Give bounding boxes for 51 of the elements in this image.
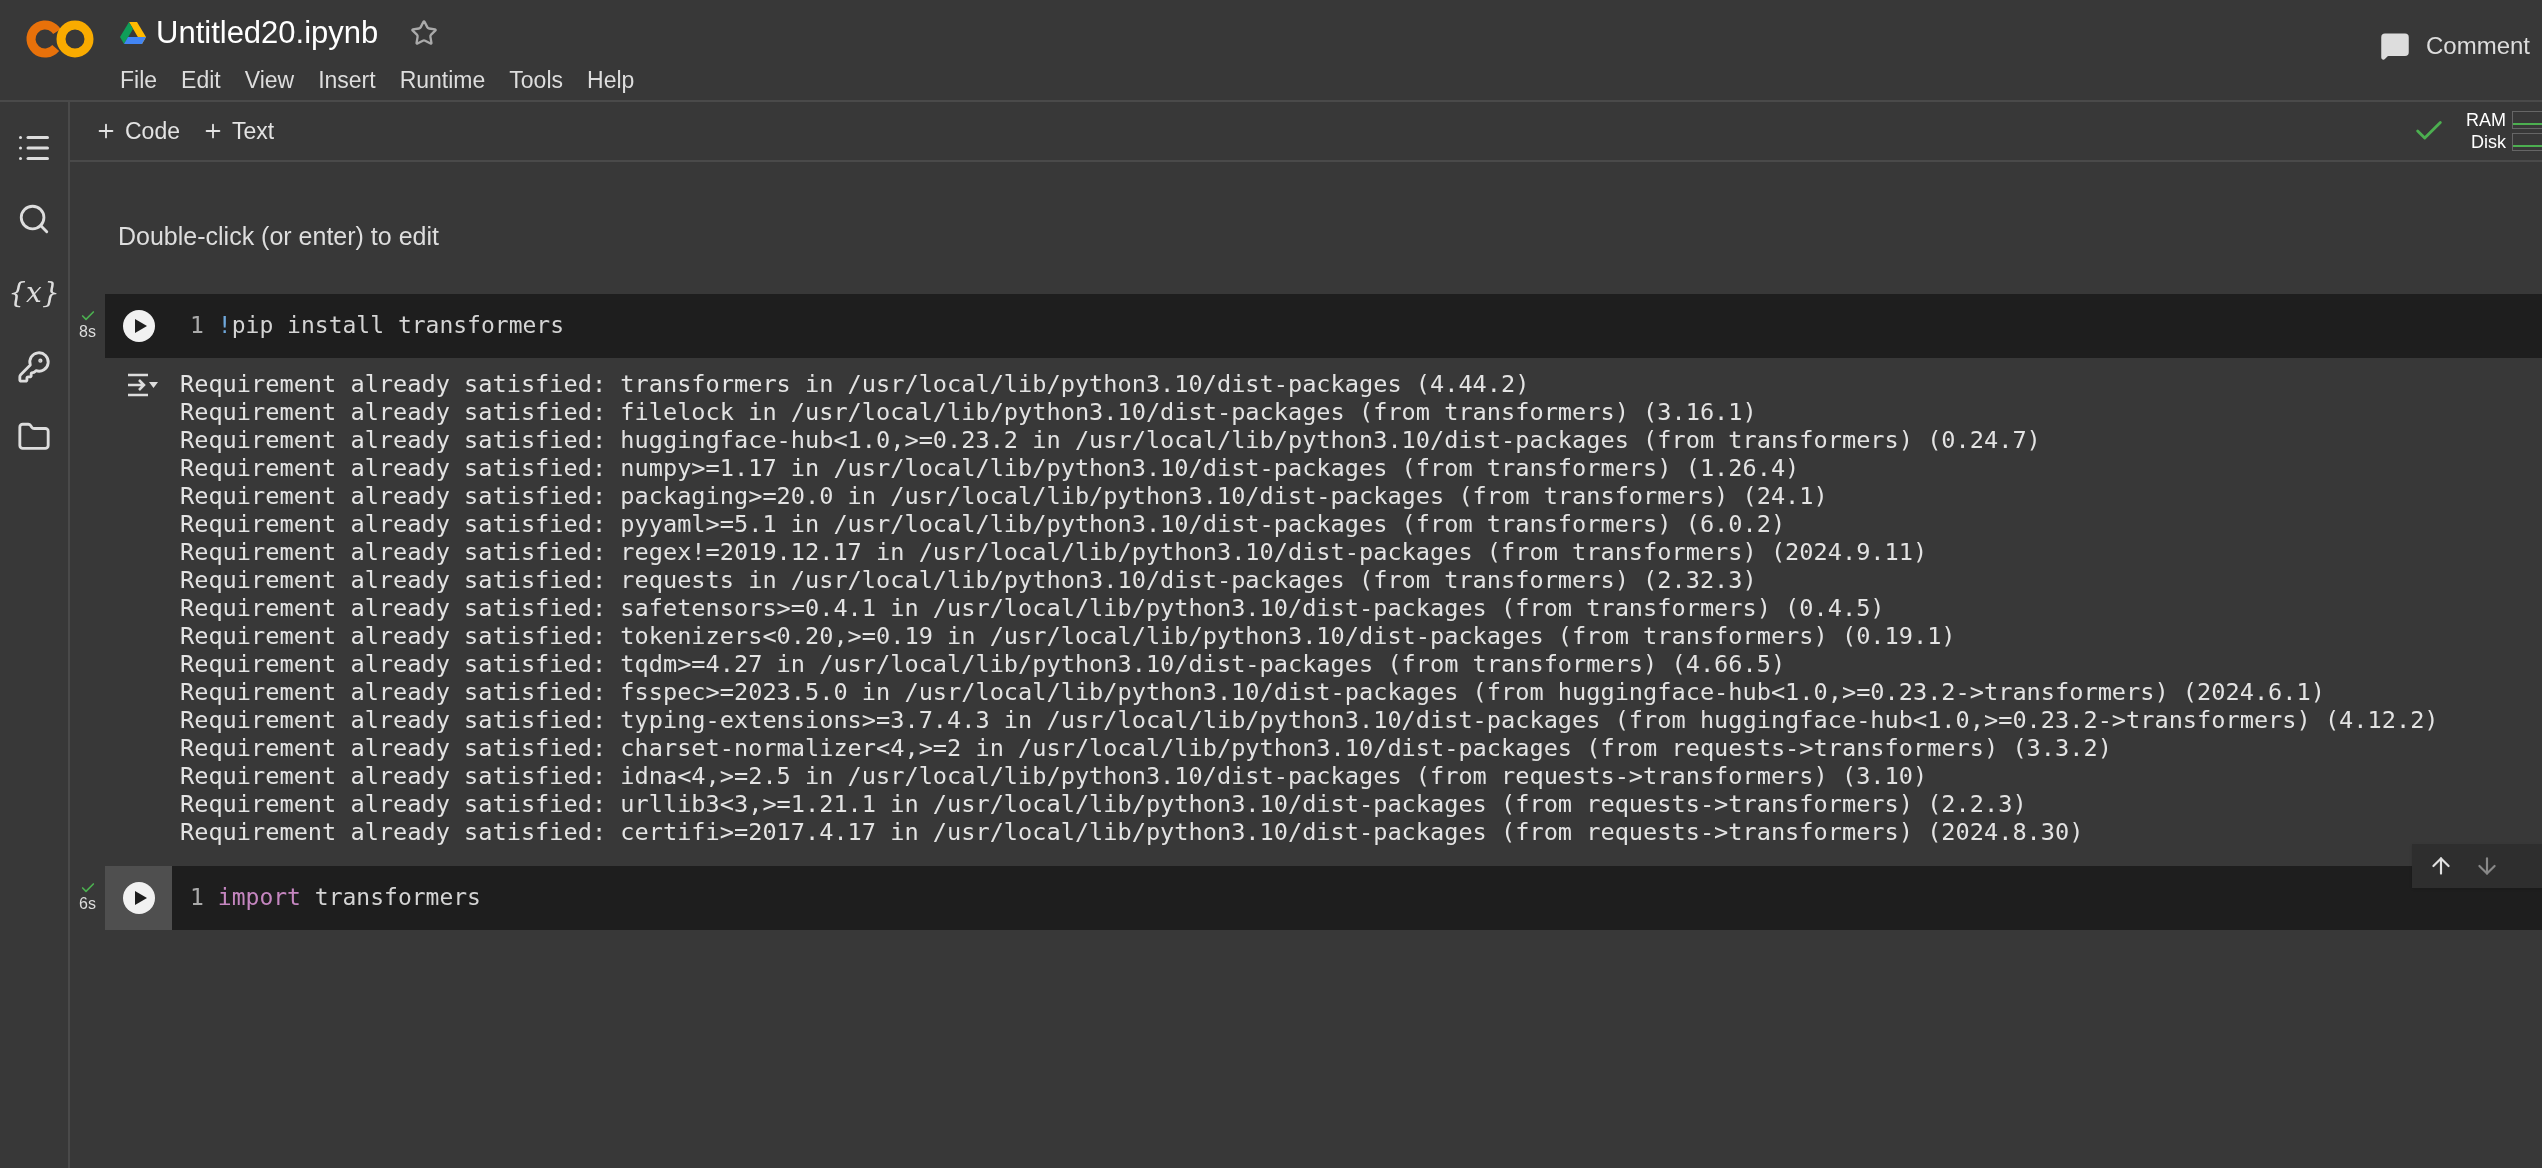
code-line: !pip install transformers xyxy=(217,311,565,341)
search-icon[interactable] xyxy=(17,202,51,236)
variables-icon[interactable]: {x} xyxy=(8,272,60,314)
code-line: import transformers xyxy=(217,883,481,913)
notebook-title[interactable]: Untitled20.ipynb xyxy=(156,10,379,57)
menu-item[interactable]: Help xyxy=(587,62,635,97)
output-line: Requirement already satisfied: idna<4,>=2.5 in /usr/local/lib/python3.10/dist-packages (from requests->transformers) (3.10) xyxy=(180,761,1929,790)
output-line: Requirement already satisfied: pyyaml>=5.1 in /usr/local/lib/python3.10/dist-packages (from transformers) (6.0.2) xyxy=(180,509,1787,538)
output-line: Requirement already satisfied: packaging>=20.0 in /usr/local/lib/python3.10/dist-packages (from transformers) (24.1) xyxy=(180,481,1829,510)
resource-meter xyxy=(2512,111,2542,129)
output-line: Requirement already satisfied: transformers in /usr/local/lib/python3.10/dist-packages (4.44.2) xyxy=(180,369,1531,398)
resource-label: RAM xyxy=(2466,109,2506,131)
output-line: Requirement already satisfied: requests in /usr/local/lib/python3.10/dist-packages (from transformers) (2.32.3) xyxy=(180,565,1758,594)
output-line: Requirement already satisfied: typing-extensions>=3.7.4.3 in /usr/local/lib/python3.10/dist-packages (from huggingface-hub<1.0,>=0.23.2->transformers) (4.12.2) xyxy=(180,705,2439,734)
line-number: 1 xyxy=(190,311,204,341)
run-cell-button[interactable] xyxy=(122,881,155,914)
output-line: Requirement already satisfied: safetensors>=0.4.1 in /usr/local/lib/python3.10/dist-packages (from transformers) (0.4.5) xyxy=(180,593,1886,622)
menu-item[interactable]: View xyxy=(244,62,295,97)
text-cell[interactable]: Double-click (or enter) to edit xyxy=(118,222,439,250)
add-cell-button[interactable]: Code xyxy=(95,113,180,149)
execution-time: 6s xyxy=(79,895,96,912)
output-toggle-icon[interactable] xyxy=(125,371,159,398)
menu-item[interactable]: File xyxy=(120,62,158,97)
resource-meter xyxy=(2512,133,2542,151)
menu-item[interactable]: Insert xyxy=(318,62,376,97)
line-number: 1 xyxy=(190,883,204,913)
menu-item[interactable]: Runtime xyxy=(399,62,486,97)
output-line: Requirement already satisfied: huggingface-hub<1.0,>=0.23.2 in /usr/local/lib/python3.10/dist-packages (from transformers) (0.24.7) xyxy=(180,425,2042,454)
logo-icon xyxy=(25,18,95,60)
comment-icon xyxy=(2379,31,2410,61)
menu-item[interactable]: Tools xyxy=(509,62,564,97)
output-line: Requirement already satisfied: filelock in /usr/local/lib/python3.10/dist-packages (from transformers) (3.16.1) xyxy=(180,397,1758,426)
drive-icon xyxy=(120,22,146,45)
output-line: Requirement already satisfied: fsspec>=2023.5.0 in /usr/local/lib/python3.10/dist-packages (from huggingface-hub<1.0,>=0.23.2->transformers) (2024.6.1) xyxy=(180,677,2326,706)
comment-button[interactable]: Comment xyxy=(2425,28,2530,64)
resource-label: Disk xyxy=(2471,131,2506,153)
star-icon[interactable] xyxy=(410,19,439,48)
output-line: Requirement already satisfied: numpy>=1.17 in /usr/local/lib/python3.10/dist-packages (from transformers) (1.26.4) xyxy=(180,453,1801,482)
output-line: Requirement already satisfied: regex!=2019.12.17 in /usr/local/lib/python3.10/dist-packages (from transformers) (2024.9.11) xyxy=(180,537,1929,566)
output-line: Requirement already satisfied: tqdm>=4.27 in /usr/local/lib/python3.10/dist-packages (from transformers) (4.66.5) xyxy=(180,649,1787,678)
menu-item[interactable]: Edit xyxy=(181,62,221,97)
code-cell[interactable]: 1 import transformers xyxy=(105,865,2542,930)
output-line: Requirement already satisfied: certifi>=2017.4.17 in /usr/local/lib/python3.10/dist-packages (from requests->transformers) (2024.8.30) xyxy=(180,817,2085,846)
add-cell-button[interactable]: Text xyxy=(202,113,275,149)
execution-time: 8s xyxy=(79,323,96,340)
key-icon[interactable] xyxy=(17,350,51,384)
output-line: Requirement already satisfied: urllib3<3,>=1.21.1 in /usr/local/lib/python3.10/dist-packages (from requests->transformers) (2.2.3) xyxy=(180,789,2028,818)
run-cell-button[interactable] xyxy=(122,309,155,342)
output-line: Requirement already satisfied: tokenizers<0.20,>=0.19 in /usr/local/lib/python3.10/dist-packages (from transformers) (0.19.1) xyxy=(180,621,1957,650)
code-cell[interactable]: 1 !pip install transformers xyxy=(105,293,2542,358)
output-line: Requirement already satisfied: charset-normalizer<4,>=2 in /usr/local/lib/python3.10/dist-packages (from requests->transformers) (3.3.2) xyxy=(180,733,2113,762)
